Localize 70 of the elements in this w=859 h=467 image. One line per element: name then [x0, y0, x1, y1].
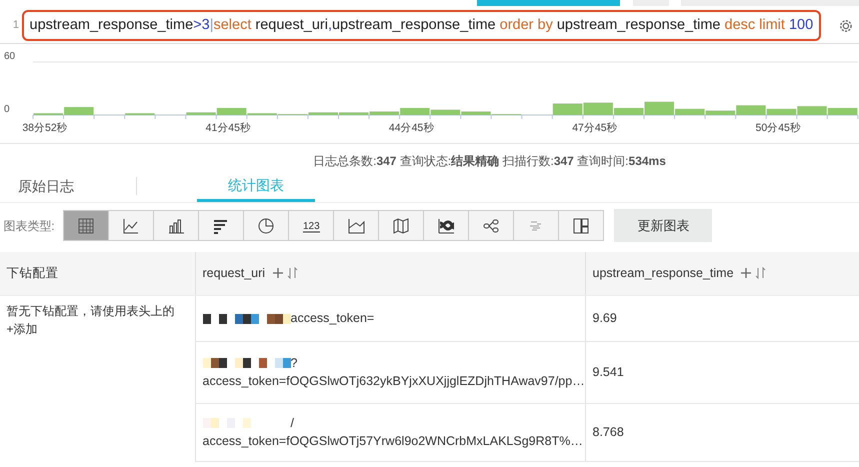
flow-chart-icon	[437, 216, 456, 234]
histogram-bar[interactable]	[614, 108, 644, 115]
axis-label: 41分45秒	[206, 122, 251, 134]
histogram-bar[interactable]	[828, 108, 858, 115]
settings-icon[interactable]	[839, 18, 853, 34]
histogram-bar[interactable]	[461, 111, 491, 115]
number-glyph: 123	[303, 220, 320, 232]
axis-label: 44分45秒	[388, 122, 434, 134]
chart-type-button[interactable]	[198, 210, 244, 241]
column-header[interactable]: upstream_response_time	[592, 264, 734, 283]
view-tab[interactable]: 原始日志	[0, 172, 92, 202]
line-number: 1	[12, 18, 20, 34]
histogram-bar[interactable]	[64, 107, 94, 115]
chart-type-button[interactable]	[108, 210, 154, 241]
plus-icon[interactable]	[740, 267, 752, 280]
sort-icon[interactable]	[286, 267, 299, 280]
chart-type-button[interactable]	[378, 210, 424, 241]
histogram-bar[interactable]	[430, 110, 460, 115]
histogram-bar[interactable]	[675, 108, 705, 115]
table-cell-text: 8.768	[592, 424, 624, 441]
axis-label: 50分45秒	[756, 122, 801, 134]
update-chart-button[interactable]: 更新图表	[614, 209, 712, 242]
table-icon	[77, 216, 96, 234]
histogram-bar[interactable]	[766, 108, 796, 115]
redacted-mosaic	[202, 418, 250, 428]
histogram-bar[interactable]	[797, 106, 827, 115]
histogram-bar[interactable]	[370, 111, 400, 115]
pie-chart-icon	[257, 216, 276, 234]
axis-label: 60	[4, 51, 16, 62]
uri-text: ?	[290, 354, 298, 372]
drilldown-title: 下钻配置	[6, 264, 58, 282]
histogram-bar[interactable]	[339, 112, 369, 115]
histogram-bar[interactable]	[216, 108, 246, 115]
chart-type-button[interactable]	[558, 210, 604, 241]
column-header[interactable]: request_uri	[202, 264, 266, 283]
chart-type-button[interactable]	[333, 210, 380, 241]
chart-type-button[interactable]	[468, 210, 514, 241]
query-summary: 日志总条数:347 查询状态:结果精确 扫描行数:347 查询时间:534ms	[312, 152, 667, 170]
uri-text: /	[290, 414, 294, 432]
node-graph-icon	[482, 216, 500, 234]
histogram-bar[interactable]	[644, 102, 674, 115]
histogram-bar[interactable]	[736, 105, 766, 115]
uri-text: access_token=	[290, 310, 374, 327]
grid-blocks-icon	[572, 216, 590, 234]
sort-icon[interactable]	[755, 267, 768, 280]
plus-icon[interactable]	[272, 267, 284, 280]
histogram-bar[interactable]	[552, 104, 582, 115]
histogram-bar[interactable]	[186, 112, 216, 115]
area-chart-icon	[347, 216, 366, 234]
map-icon	[392, 216, 410, 234]
chart-type-button[interactable]: 123	[288, 210, 334, 241]
histogram-bar[interactable]	[583, 102, 613, 115]
column-chart-icon	[167, 216, 186, 234]
axis-label: 0	[4, 104, 10, 115]
table-cell-text: 9.541	[592, 364, 624, 381]
uri-text: access_token=fOQGSlwOTj57Yrw6l9o2WNCrbMxLAKLSg9R8T%…	[202, 433, 584, 450]
chart-type-button[interactable]	[423, 210, 470, 241]
line-chart-icon	[122, 216, 140, 234]
axis-label: 38分52秒	[22, 122, 68, 134]
query-input[interactable]: upstream_response_time>3|select request_uri,upstream_response_time order by upstream_response_time desc limit 100	[22, 10, 822, 42]
histogram-bar[interactable]	[400, 108, 430, 115]
uri-text: access_token=fOQGSlwOTj632ykBYjxXUXjjglEZDjhTHAwav97/pp…	[202, 373, 585, 390]
table-cell-text: 9.69	[592, 310, 617, 327]
axis-label: 47分45秒	[572, 122, 618, 134]
chart-type-button[interactable]	[243, 210, 290, 241]
chart-type-label: 图表类型:	[3, 218, 55, 234]
histogram-bar[interactable]	[308, 112, 338, 115]
drilldown-message: 暂无下钻配置，请使用表头上的+添加	[6, 303, 176, 338]
chart-type-button[interactable]	[153, 210, 200, 241]
histogram-bar[interactable]	[706, 110, 736, 115]
